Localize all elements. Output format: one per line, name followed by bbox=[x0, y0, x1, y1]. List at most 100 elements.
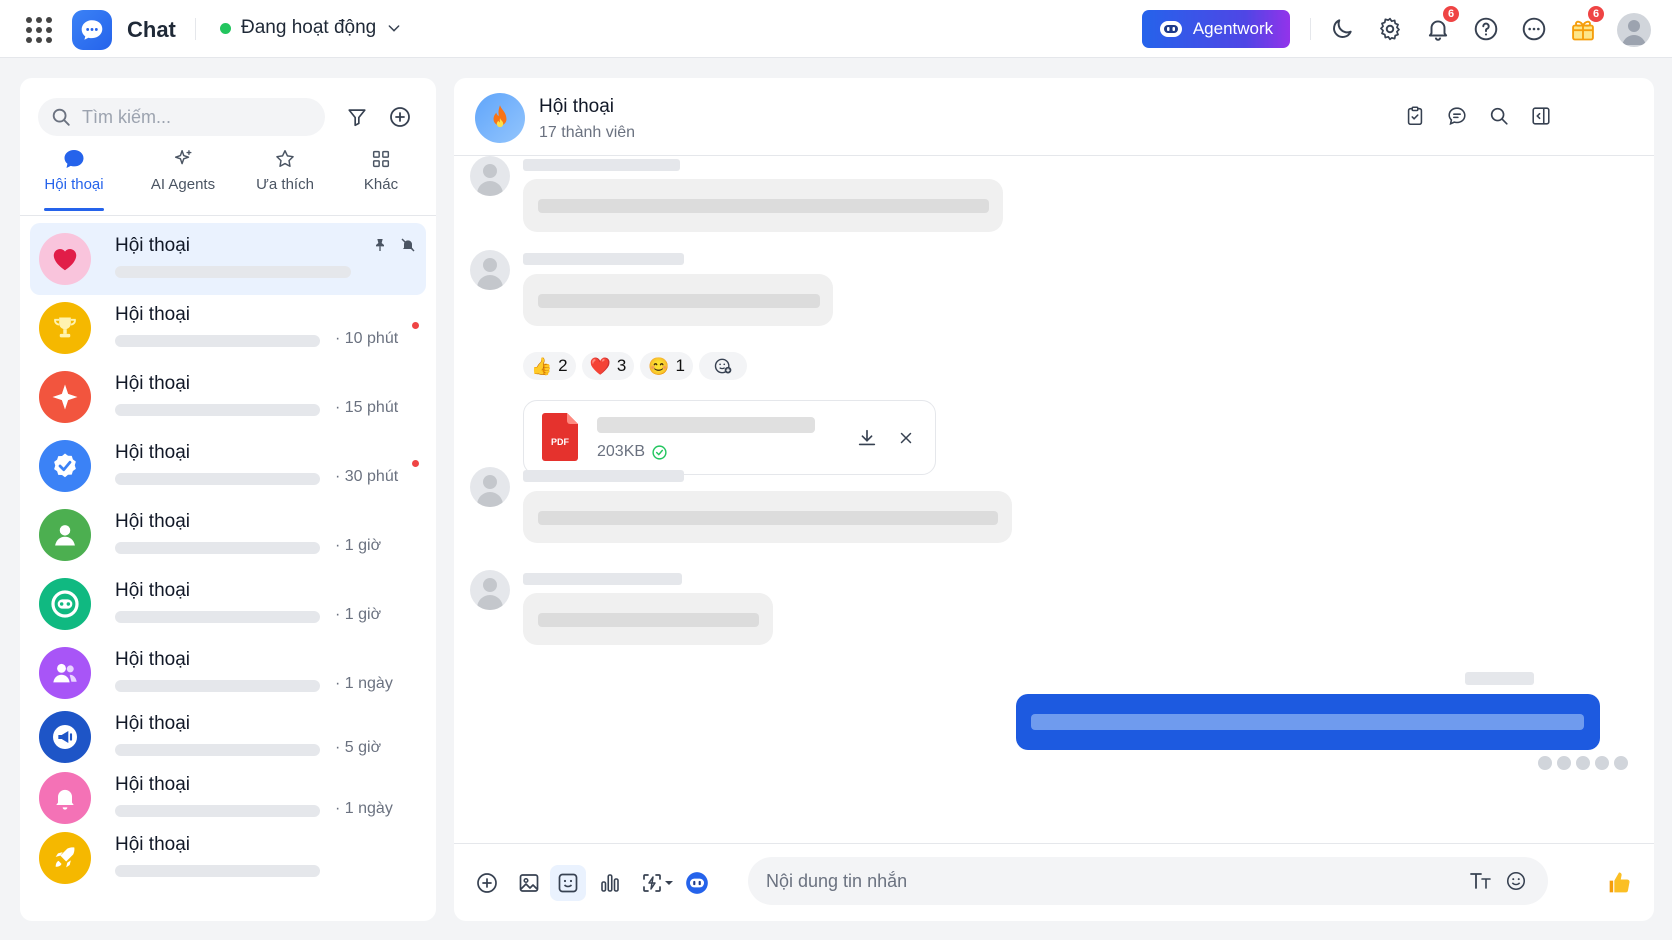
message-bubble[interactable] bbox=[523, 593, 773, 645]
seen-by-avatars[interactable] bbox=[1537, 755, 1629, 771]
add-reaction-button[interactable] bbox=[698, 352, 747, 380]
poll-chart-icon[interactable] bbox=[595, 868, 625, 898]
grid-icon bbox=[372, 150, 390, 168]
notification-bell-icon[interactable]: 6 bbox=[1423, 6, 1459, 44]
dark-mode-icon[interactable] bbox=[1327, 14, 1357, 44]
reaction-smile[interactable]: 😊 1 bbox=[640, 352, 693, 380]
conversation-item[interactable]: Hội thoại · 15 phút bbox=[30, 361, 426, 433]
group-avatar[interactable] bbox=[475, 93, 525, 143]
sparkle-icon bbox=[174, 150, 192, 165]
sender-name-placeholder bbox=[523, 253, 684, 265]
emoji-icon[interactable] bbox=[1502, 867, 1530, 895]
conversation-avatar bbox=[39, 509, 91, 561]
verified-badge-icon bbox=[54, 453, 76, 478]
reaction-count: 1 bbox=[675, 356, 685, 375]
sender-name-placeholder bbox=[523, 470, 684, 482]
sender-avatar[interactable] bbox=[470, 250, 510, 290]
add-attachment-icon[interactable] bbox=[472, 868, 502, 898]
task-clipboard-icon[interactable] bbox=[1401, 102, 1429, 130]
filter-icon[interactable] bbox=[342, 102, 372, 132]
message-preview-placeholder bbox=[115, 611, 320, 623]
send-thumbs-up-icon[interactable] bbox=[1604, 868, 1634, 898]
message-text-placeholder bbox=[1031, 714, 1584, 730]
thread-comment-icon[interactable] bbox=[1443, 102, 1471, 130]
message-bubble[interactable] bbox=[523, 491, 1012, 543]
app-launcher-icon[interactable] bbox=[26, 17, 52, 43]
conversation-avatar bbox=[39, 233, 91, 285]
sender-avatar[interactable] bbox=[470, 156, 510, 196]
search-input[interactable] bbox=[82, 106, 302, 128]
message-text-placeholder bbox=[538, 199, 989, 213]
quick-action-dropdown[interactable] bbox=[637, 868, 677, 898]
pin-icon[interactable] bbox=[372, 237, 388, 258]
toggle-sidebar-icon[interactable] bbox=[1527, 102, 1555, 130]
tab-favorites[interactable]: Ưa thích bbox=[245, 148, 325, 193]
conversation-name: Hội thoại bbox=[115, 442, 190, 463]
user-avatar[interactable] bbox=[1617, 13, 1651, 47]
conversation-time: · 10 phút bbox=[335, 330, 399, 347]
tab-ai-agents[interactable]: AI Agents bbox=[138, 148, 228, 193]
gift-icon[interactable]: 6 bbox=[1568, 6, 1604, 44]
trophy-icon bbox=[54, 317, 76, 338]
message-preview-placeholder bbox=[115, 865, 320, 877]
chat-header: Hội thoại 17 thành viên bbox=[454, 78, 1654, 156]
message-composer bbox=[454, 843, 1654, 921]
conversation-item[interactable]: Hội thoại bbox=[30, 223, 426, 295]
close-icon[interactable] bbox=[893, 425, 919, 451]
search-box[interactable] bbox=[38, 98, 325, 136]
conversation-item[interactable]: Hội thoại · 1 giờ bbox=[30, 499, 426, 571]
group-icon bbox=[53, 663, 77, 683]
conversation-name: Hội thoại bbox=[115, 304, 190, 325]
reaction-count: 2 bbox=[558, 356, 568, 375]
search-icon[interactable] bbox=[1485, 102, 1513, 130]
conversation-name: Hội thoại bbox=[115, 713, 190, 734]
file-size: 203KB bbox=[597, 443, 646, 460]
member-count[interactable]: 17 thành viên bbox=[539, 124, 635, 142]
message-preview-placeholder bbox=[115, 335, 320, 347]
ai-assistant-icon[interactable] bbox=[682, 868, 712, 898]
conversation-item[interactable]: Hội thoại · 10 phút bbox=[30, 292, 426, 364]
message-bubble[interactable] bbox=[523, 179, 1003, 232]
file-attachment[interactable]: PDF 203KB bbox=[523, 400, 936, 475]
new-conversation-icon[interactable] bbox=[385, 102, 415, 132]
message-input[interactable] bbox=[766, 869, 1426, 893]
reaction-thumbs-up[interactable]: 👍 2 bbox=[523, 352, 576, 380]
mute-bell-icon[interactable] bbox=[400, 237, 416, 258]
message-preview-placeholder bbox=[115, 404, 320, 416]
more-options-icon[interactable] bbox=[1519, 14, 1549, 44]
conversation-item[interactable]: Hội thoại · 1 ngày bbox=[30, 637, 426, 709]
tab-conversations[interactable]: Hội thoại bbox=[44, 148, 104, 211]
reaction-heart[interactable]: ❤️ 3 bbox=[581, 352, 635, 380]
status-selector[interactable]: Đang hoạt động bbox=[220, 17, 402, 39]
reaction-count: 3 bbox=[616, 356, 627, 375]
conversation-item[interactable]: Hội thoại · 30 phút bbox=[30, 430, 426, 502]
download-icon[interactable] bbox=[854, 425, 880, 451]
outgoing-message-bubble[interactable] bbox=[1016, 694, 1600, 750]
image-icon[interactable] bbox=[514, 868, 544, 898]
settings-gear-icon[interactable] bbox=[1375, 14, 1405, 44]
sender-avatar[interactable] bbox=[470, 467, 510, 507]
pdf-label: PDF bbox=[551, 437, 570, 447]
message-preview-placeholder bbox=[115, 473, 320, 485]
sender-name-placeholder bbox=[523, 159, 680, 171]
conversation-item[interactable]: Hội thoại bbox=[30, 822, 426, 894]
message-bubble[interactable] bbox=[523, 274, 833, 326]
agentwork-button[interactable]: Agentwork bbox=[1142, 10, 1290, 48]
sticker-icon[interactable] bbox=[550, 865, 586, 901]
seen-avatar bbox=[1594, 755, 1610, 771]
chat-app-logo bbox=[72, 10, 112, 50]
seen-avatar bbox=[1556, 755, 1572, 771]
conversation-item[interactable]: Hội thoại · 1 giờ bbox=[30, 568, 426, 640]
flash-frame-icon bbox=[643, 874, 661, 892]
smile-emoji: 😊 bbox=[648, 356, 670, 376]
tab-more[interactable]: Khác bbox=[356, 148, 406, 193]
conversation-name: Hội thoại bbox=[115, 649, 190, 670]
text-format-icon[interactable] bbox=[1467, 867, 1495, 895]
conversation-name: Hội thoại bbox=[115, 235, 190, 256]
conversation-avatar bbox=[39, 578, 91, 630]
seen-avatar bbox=[1613, 755, 1629, 771]
timestamp-placeholder bbox=[1465, 672, 1534, 685]
sender-avatar[interactable] bbox=[470, 570, 510, 610]
conversation-name: Hội thoại bbox=[115, 774, 190, 795]
help-icon[interactable] bbox=[1471, 14, 1501, 44]
